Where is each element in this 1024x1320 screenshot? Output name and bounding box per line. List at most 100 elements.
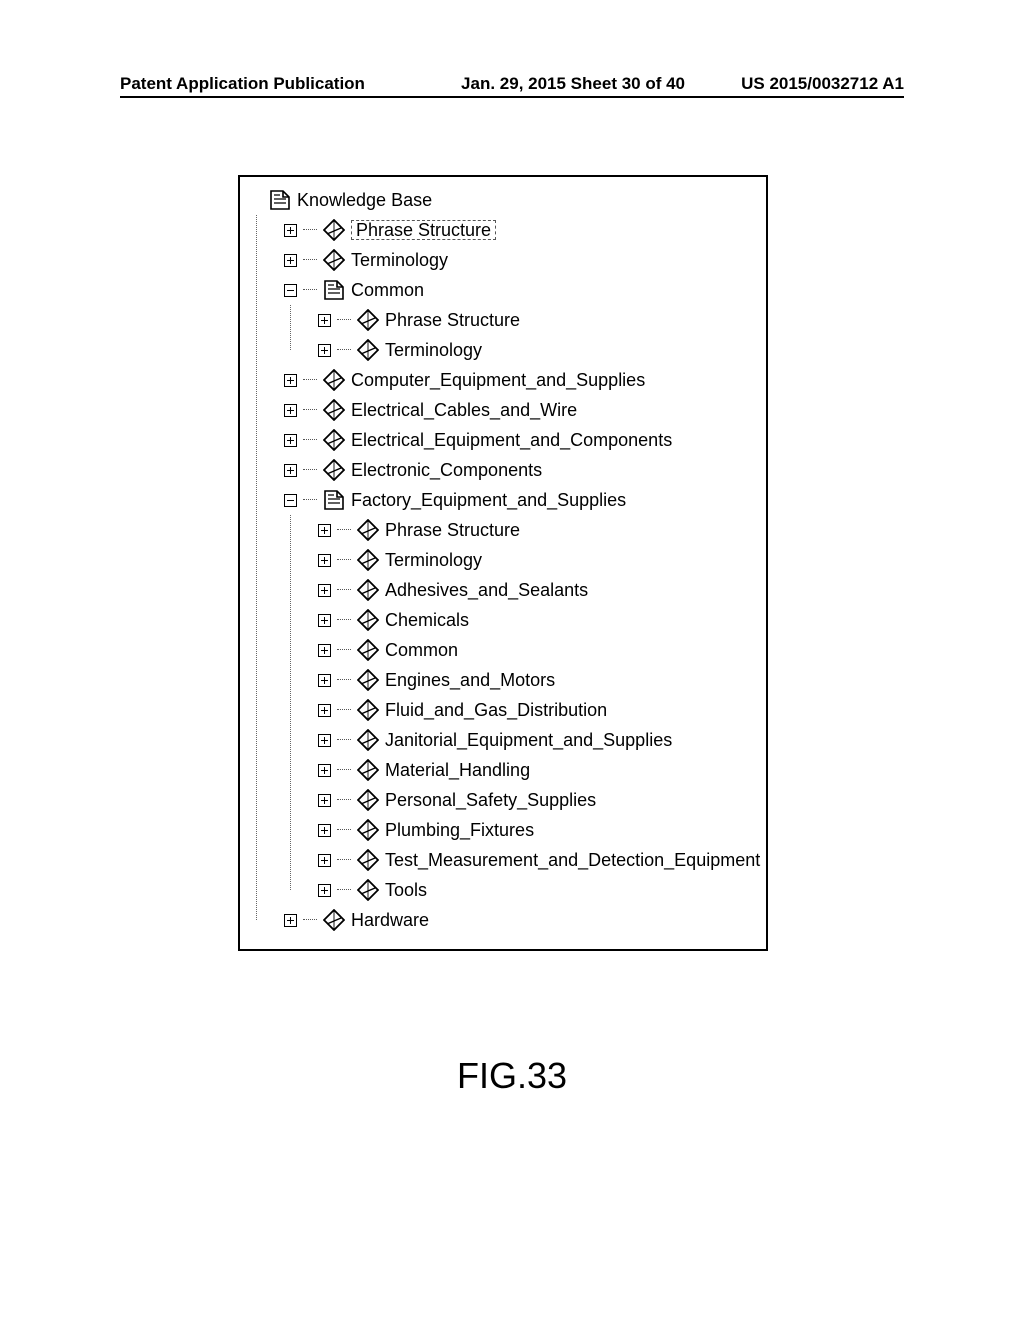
diamond-icon <box>357 549 379 571</box>
tree-item[interactable]: Electrical_Equipment_and_Components <box>284 425 756 455</box>
expand-icon[interactable] <box>284 464 297 477</box>
tree-item[interactable]: Plumbing_Fixtures <box>318 815 756 845</box>
connector <box>337 769 351 771</box>
tree-item-label: Plumbing_Fixtures <box>385 821 534 839</box>
tree-item[interactable]: Janitorial_Equipment_and_Supplies <box>318 725 756 755</box>
expand-icon[interactable] <box>318 734 331 747</box>
connector <box>337 559 351 561</box>
figure-label: FIG.33 <box>0 1055 1024 1097</box>
tree-item[interactable]: Material_Handling <box>318 755 756 785</box>
header-right: US 2015/0032712 A1 <box>741 74 904 94</box>
expand-icon[interactable] <box>284 224 297 237</box>
diamond-icon <box>323 369 345 391</box>
diamond-icon <box>357 699 379 721</box>
expand-icon[interactable] <box>318 524 331 537</box>
header-left: Patent Application Publication <box>120 74 365 94</box>
tree-item[interactable]: Phrase Structure <box>318 515 756 545</box>
tree-item[interactable]: Test_Measurement_and_Detection_Equipment <box>318 845 756 875</box>
diamond-icon <box>357 639 379 661</box>
tree-item[interactable]: Personal_Safety_Supplies <box>318 785 756 815</box>
diamond-icon <box>357 519 379 541</box>
expander-gap <box>250 194 263 207</box>
tree-root-label: Knowledge Base <box>297 191 432 209</box>
expand-icon[interactable] <box>318 704 331 717</box>
expand-icon[interactable] <box>318 554 331 567</box>
collapse-icon[interactable] <box>284 284 297 297</box>
connector <box>337 529 351 531</box>
tree-item-label: Janitorial_Equipment_and_Supplies <box>385 731 672 749</box>
tree-item[interactable]: Engines_and_Motors <box>318 665 756 695</box>
tree-item[interactable]: Terminology <box>318 545 756 575</box>
connector <box>337 709 351 711</box>
tree-item[interactable]: Phrase Structure <box>318 305 756 335</box>
tree-item-label: Test_Measurement_and_Detection_Equipment <box>385 851 760 869</box>
expand-icon[interactable] <box>284 404 297 417</box>
connector <box>337 889 351 891</box>
tree-item[interactable]: Chemicals <box>318 605 756 635</box>
tree-item-label: Electronic_Components <box>351 461 542 479</box>
tree-item-label: Common <box>351 281 424 299</box>
tree-item[interactable]: Fluid_and_Gas_Distribution <box>318 695 756 725</box>
expand-icon[interactable] <box>318 824 331 837</box>
connector <box>337 619 351 621</box>
expand-icon[interactable] <box>318 614 331 627</box>
tree-item[interactable]: Computer_Equipment_and_Supplies <box>284 365 756 395</box>
tree-item[interactable]: Common <box>318 635 756 665</box>
expand-icon[interactable] <box>284 434 297 447</box>
expand-icon[interactable] <box>318 854 331 867</box>
tree-item-label: Fluid_and_Gas_Distribution <box>385 701 607 719</box>
tree-item-label: Material_Handling <box>385 761 530 779</box>
connector <box>337 739 351 741</box>
tree-item-label: Phrase Structure <box>351 220 496 240</box>
tree-item-label: Electrical_Cables_and_Wire <box>351 401 577 419</box>
expand-icon[interactable] <box>318 764 331 777</box>
tree-root[interactable]: Knowledge Base Phrase Structure Terminolo… <box>250 185 756 935</box>
diamond-icon <box>357 339 379 361</box>
tree-item-label: Terminology <box>351 251 448 269</box>
diamond-icon <box>323 219 345 241</box>
expand-icon[interactable] <box>318 884 331 897</box>
tree-item[interactable]: Adhesives_and_Sealants <box>318 575 756 605</box>
tree-item-label: Terminology <box>385 551 482 569</box>
diamond-icon <box>323 249 345 271</box>
expand-icon[interactable] <box>284 374 297 387</box>
diamond-icon <box>357 759 379 781</box>
tree-item[interactable]: Terminology <box>284 245 756 275</box>
tree-item[interactable]: Factory_Equipment_and_Supplies Phrase Str… <box>284 485 756 905</box>
connector <box>337 589 351 591</box>
diamond-icon <box>357 309 379 331</box>
expand-icon[interactable] <box>318 584 331 597</box>
expand-icon[interactable] <box>318 674 331 687</box>
connector <box>303 919 317 921</box>
tree-item-label: Factory_Equipment_and_Supplies <box>351 491 626 509</box>
tree-item[interactable]: Hardware <box>284 905 756 935</box>
knowledge-base-tree: Knowledge Base Phrase Structure Terminolo… <box>250 185 756 935</box>
collapse-icon[interactable] <box>284 494 297 507</box>
diamond-icon <box>357 579 379 601</box>
expand-icon[interactable] <box>318 644 331 657</box>
expand-icon[interactable] <box>318 314 331 327</box>
expand-icon[interactable] <box>318 344 331 357</box>
tree-item-label: Personal_Safety_Supplies <box>385 791 596 809</box>
diamond-icon <box>357 669 379 691</box>
header-center: Jan. 29, 2015 Sheet 30 of 40 <box>365 74 741 94</box>
tree-item-label: Hardware <box>351 911 429 929</box>
tree-item[interactable]: Terminology <box>318 335 756 365</box>
connector <box>303 289 317 291</box>
connector <box>303 439 317 441</box>
tree-item-label: Terminology <box>385 341 482 359</box>
tree-item[interactable]: Phrase Structure <box>284 215 756 245</box>
expand-icon[interactable] <box>318 794 331 807</box>
tree-item[interactable]: Electrical_Cables_and_Wire <box>284 395 756 425</box>
expand-icon[interactable] <box>284 914 297 927</box>
knowledge-base-tree-panel: Knowledge Base Phrase Structure Terminolo… <box>238 175 768 951</box>
tree-item-label: Chemicals <box>385 611 469 629</box>
tree-item[interactable]: Tools <box>318 875 756 905</box>
expand-icon[interactable] <box>284 254 297 267</box>
tree-item[interactable]: Common Phrase Structure Terminology <box>284 275 756 365</box>
diamond-icon <box>357 819 379 841</box>
tree-item[interactable]: Electronic_Components <box>284 455 756 485</box>
tree-item-label: Common <box>385 641 458 659</box>
diamond-icon <box>357 789 379 811</box>
diamond-icon <box>357 849 379 871</box>
